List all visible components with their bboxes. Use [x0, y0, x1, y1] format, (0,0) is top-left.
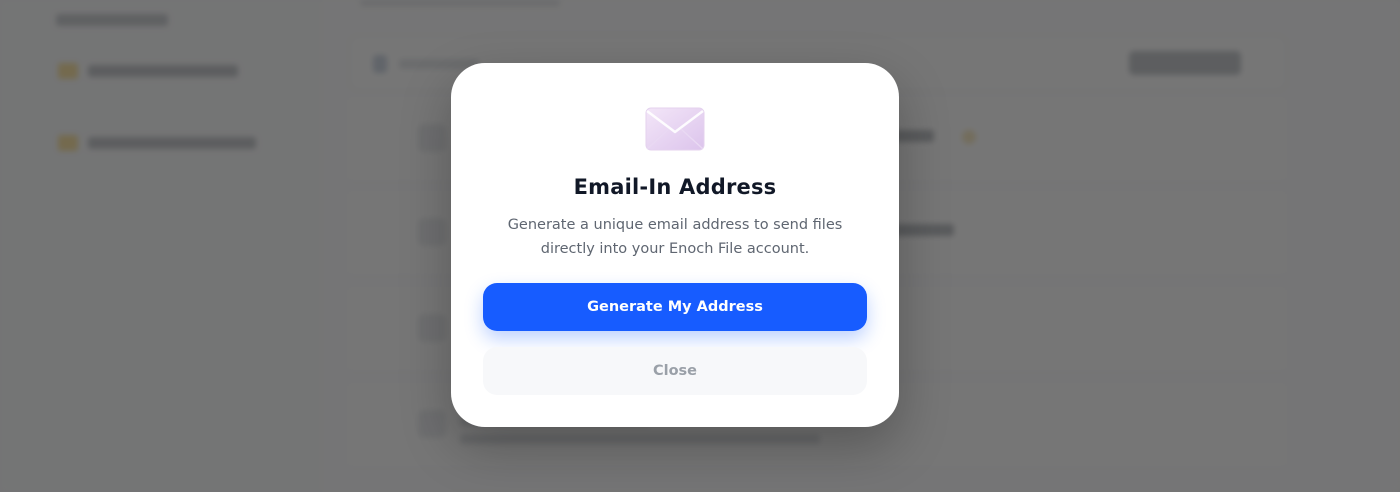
envelope-icon [645, 107, 705, 151]
modal-title: Email-In Address [573, 175, 777, 199]
generate-address-button[interactable]: Generate My Address [483, 283, 867, 331]
email-in-modal: Email-In Address Generate a unique email… [451, 63, 899, 427]
close-button[interactable]: Close [483, 347, 867, 395]
modal-description: Generate a unique email address to send … [507, 217, 843, 257]
